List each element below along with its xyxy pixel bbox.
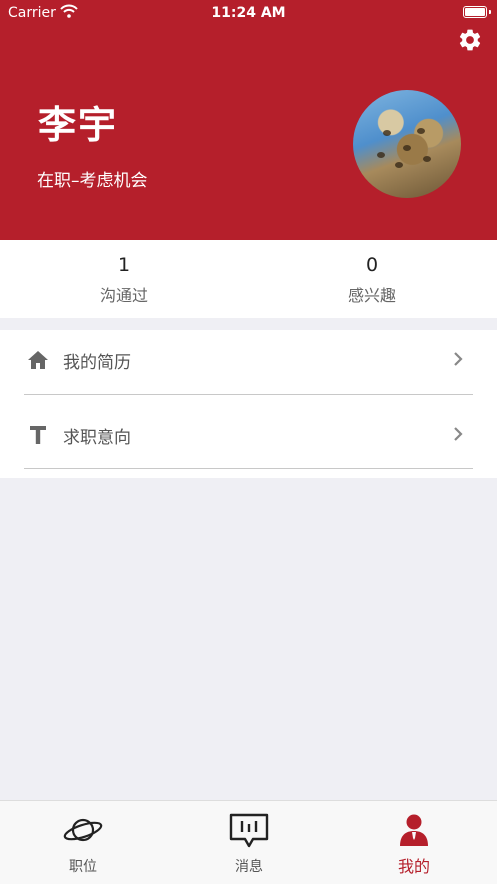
job-status[interactable]: 在职–考虑机会 <box>37 166 148 191</box>
menu-item-label: 求职意向 <box>63 428 131 448</box>
chevron-right-icon <box>454 352 463 366</box>
tab-mine[interactable]: 我的 <box>331 801 497 884</box>
tab-jobs[interactable]: 职位 <box>0 801 166 884</box>
chat-icon <box>229 813 269 848</box>
tab-messages[interactable]: 消息 <box>166 801 332 884</box>
stat-value: 1 <box>117 254 131 276</box>
profile-header: Carrier 11:24 AM 李宇 在职–考虑机会 <box>0 0 497 240</box>
stat-label: 感兴趣 <box>347 286 396 305</box>
divider <box>24 394 473 395</box>
tab-label: 我的 <box>397 857 430 876</box>
home-icon <box>28 351 48 369</box>
menu-item-my-resume[interactable]: 我的简历 <box>0 330 497 404</box>
tab-bar: 职位 消息 我的 <box>0 800 497 884</box>
planet-icon <box>63 818 103 842</box>
menu-item-label: 我的简历 <box>63 353 131 373</box>
status-time: 11:24 AM <box>211 5 286 21</box>
status-bar: Carrier 11:24 AM <box>0 0 497 26</box>
tab-label: 职位 <box>69 859 97 875</box>
profile-name: 李宇 <box>38 103 119 147</box>
chevron-right-icon <box>454 427 463 441</box>
battery-icon <box>463 6 487 18</box>
stat-communicated[interactable]: 1 沟通过 <box>0 240 248 306</box>
tab-label: 消息 <box>235 859 263 875</box>
avatar[interactable] <box>353 90 461 198</box>
menu-list: 我的简历 求职意向 <box>0 330 497 478</box>
text-t-icon <box>30 426 46 444</box>
stats-panel: 1 沟通过 0 感兴趣 <box>0 240 497 318</box>
user-icon <box>400 814 428 846</box>
stat-value: 0 <box>365 254 379 276</box>
stat-interested[interactable]: 0 感兴趣 <box>248 240 496 306</box>
battery-nub <box>489 10 491 14</box>
stat-label: 沟通过 <box>99 286 148 305</box>
gear-icon[interactable] <box>457 27 483 53</box>
divider <box>24 468 473 469</box>
